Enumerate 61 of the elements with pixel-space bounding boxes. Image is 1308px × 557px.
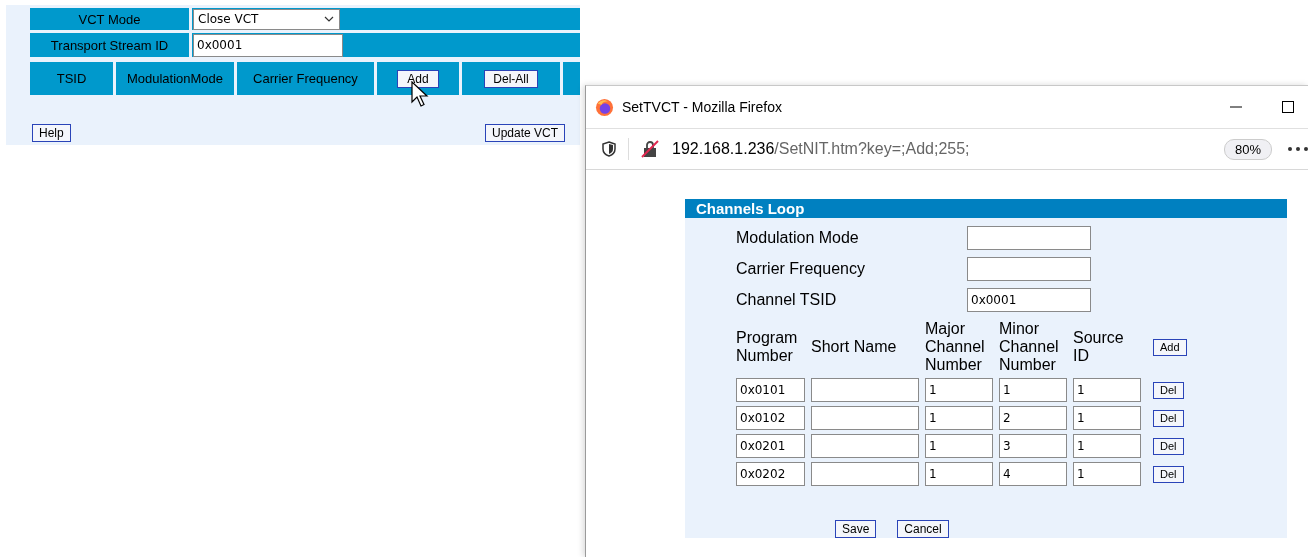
add-button[interactable]: Add — [397, 69, 439, 88]
minor-channel-field[interactable]: 2 — [999, 406, 1067, 430]
field-label: Channel TSID — [736, 291, 838, 309]
cursor-icon — [411, 81, 429, 107]
text-field[interactable] — [967, 257, 1091, 281]
field-label: Modulation Mode — [736, 229, 860, 247]
source-id-field[interactable]: 1 — [1073, 434, 1141, 458]
major-channel-field[interactable]: 1 — [925, 462, 993, 486]
cancel-button[interactable]: Cancel — [897, 520, 949, 538]
column-header: Major Channel Number — [925, 320, 986, 374]
help-button[interactable]: Help — [32, 124, 71, 142]
major-channel-field[interactable]: 1 — [925, 378, 993, 402]
column-header: Program Number — [736, 329, 799, 365]
vct-mode-select[interactable]: Close VCT — [193, 8, 340, 30]
short-name-field[interactable] — [811, 462, 919, 486]
browser-logo-icon — [595, 97, 614, 117]
source-id-field[interactable]: 1 — [1073, 406, 1141, 430]
major-channel-field[interactable]: 1 — [925, 406, 993, 430]
delete-all-button[interactable]: Del-All — [484, 69, 538, 88]
major-channel-field[interactable]: 1 — [925, 434, 993, 458]
update-button[interactable]: Update VCT — [484, 124, 565, 142]
more-icon[interactable] — [1288, 147, 1308, 151]
table-cell — [563, 62, 580, 95]
transport-stream-id-field[interactable]: 0x0001 — [193, 33, 343, 57]
field-label: Carrier Frequency — [736, 260, 866, 278]
delete-button[interactable]: Del — [1153, 381, 1184, 399]
minor-channel-field[interactable]: 1 — [999, 378, 1067, 402]
text-field[interactable]: 0x0001 — [967, 288, 1091, 312]
short-name-field[interactable] — [811, 434, 919, 458]
short-name-field[interactable] — [811, 406, 919, 430]
zoom-level-button[interactable]: 80% — [1223, 138, 1272, 160]
short-name-field[interactable] — [811, 378, 919, 402]
add-button[interactable]: Add — [1153, 338, 1187, 356]
address-bar[interactable]: 192.168.1.236/SetNIT.htm?key=;Add;255; — [672, 140, 1224, 158]
section-header: Channels Loop — [685, 199, 1287, 218]
column-header: Minor Channel Number — [999, 320, 1060, 374]
source-id-field[interactable]: 1 — [1073, 378, 1141, 402]
program-number-field[interactable]: 0x0201 — [736, 434, 805, 458]
field-label: Transport Stream ID — [30, 33, 189, 57]
field-label: VCT Mode — [30, 8, 189, 30]
window-title: SetTVCT - Mozilla Firefox — [622, 99, 783, 115]
minor-channel-field[interactable]: 3 — [999, 434, 1067, 458]
column-header: Carrier Frequency — [237, 62, 374, 95]
delete-button[interactable]: Del — [1153, 409, 1184, 427]
delete-button[interactable]: Del — [1153, 437, 1184, 455]
shield-icon[interactable] — [602, 141, 616, 157]
column-header: ModulationMode — [116, 62, 234, 95]
column-header: TSID — [30, 62, 113, 95]
program-number-field[interactable]: 0x0202 — [736, 462, 805, 486]
program-number-field[interactable]: 0x0101 — [736, 378, 805, 402]
column-header: Source ID — [1073, 329, 1125, 365]
text-field[interactable] — [967, 226, 1091, 250]
chevron-down-icon — [324, 16, 334, 22]
column-header: Short Name — [811, 338, 898, 356]
delete-button[interactable]: Del — [1153, 465, 1184, 483]
maximize-icon[interactable] — [1282, 101, 1294, 113]
insecure-lock-icon[interactable] — [641, 140, 659, 158]
program-number-field[interactable]: 0x0102 — [736, 406, 805, 430]
minor-channel-field[interactable]: 4 — [999, 462, 1067, 486]
source-id-field[interactable]: 1 — [1073, 462, 1141, 486]
save-button[interactable]: Save — [835, 520, 877, 538]
